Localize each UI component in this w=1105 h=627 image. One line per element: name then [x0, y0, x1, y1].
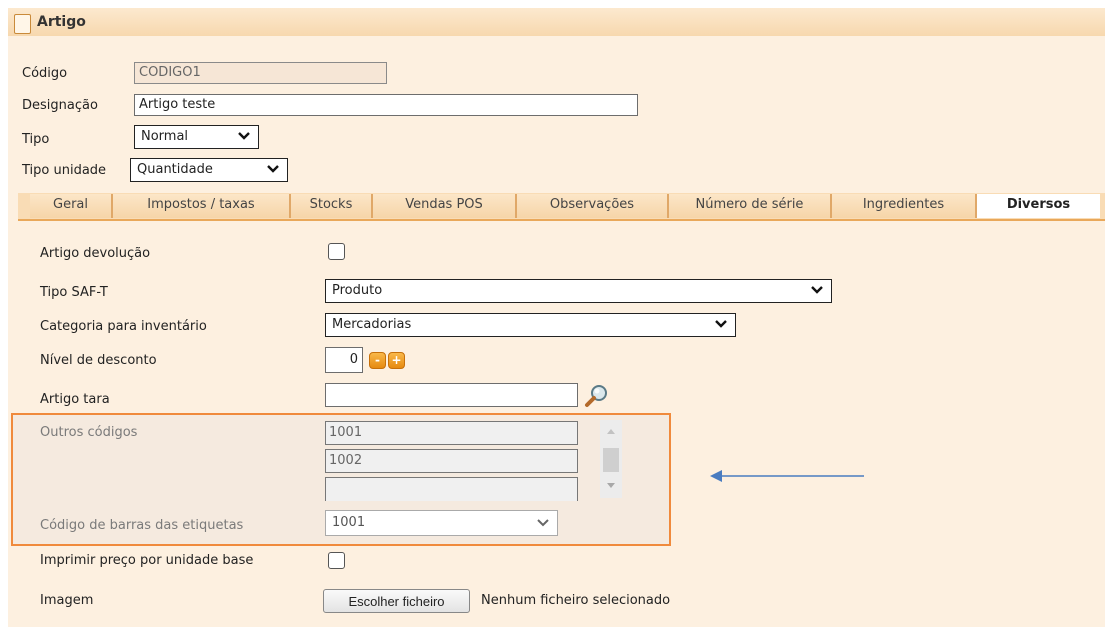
artigo-devolucao-checkbox[interactable]	[328, 243, 345, 260]
categoria-inventario-select[interactable]: Mercadorias	[325, 313, 736, 337]
codigo-barras-select[interactable]: 1001	[325, 510, 558, 536]
nivel-desconto-field[interactable]: 0	[325, 347, 363, 373]
tipo-unidade-select[interactable]: Quantidade	[130, 158, 288, 182]
designacao-field[interactable]: Artigo teste	[134, 94, 638, 116]
chevron-down-icon	[715, 320, 727, 328]
tipo-saft-label: Tipo SAF-T	[40, 285, 108, 300]
categoria-inventario-label: Categoria para inventário	[40, 319, 207, 334]
tab-impostos-taxas[interactable]: Impostos / taxas	[113, 194, 291, 218]
scroll-up-icon[interactable]	[606, 427, 616, 435]
chevron-down-icon	[811, 286, 823, 294]
search-icon[interactable]	[584, 383, 610, 409]
chevron-down-icon	[267, 165, 279, 173]
document-icon	[14, 14, 31, 34]
tipo-select[interactable]: Normal	[134, 125, 259, 149]
imagem-label: Imagem	[40, 593, 94, 608]
title-bar	[8, 8, 1105, 36]
chevron-down-icon	[537, 519, 549, 527]
tipo-unidade-value: Quantidade	[137, 162, 213, 177]
chevron-down-icon	[238, 132, 250, 140]
tab-observacoes[interactable]: Observações	[517, 194, 669, 218]
tab-ingredientes[interactable]: Ingredientes	[832, 194, 977, 218]
tipo-unidade-label: Tipo unidade	[22, 163, 107, 178]
tab-diversos[interactable]: Diversos	[977, 194, 1100, 218]
tab-stocks[interactable]: Stocks	[291, 194, 373, 218]
decrement-button[interactable]: -	[369, 352, 386, 369]
outros-codigos-item-2[interactable]: 1002	[325, 449, 578, 473]
increment-button[interactable]: +	[388, 352, 405, 369]
imprimir-preco-checkbox[interactable]	[328, 552, 345, 569]
outros-codigos-item-1[interactable]: 1001	[325, 421, 578, 445]
artigo-devolucao-label: Artigo devolução	[40, 246, 151, 261]
tipo-label: Tipo	[22, 132, 50, 147]
scroll-down-icon[interactable]	[606, 482, 616, 490]
tab-numero-de-serie[interactable]: Número de série	[669, 194, 832, 218]
scrollbar-thumb[interactable]	[603, 448, 619, 472]
codigo-field[interactable]: CODIGO1	[134, 62, 387, 84]
page-title: Artigo	[37, 14, 86, 30]
arrow-left-icon	[710, 470, 864, 482]
nivel-desconto-label: Nível de desconto	[40, 353, 157, 368]
artigo-tara-label: Artigo tara	[40, 392, 110, 407]
codigo-barras-label: Código de barras das etiquetas	[40, 518, 244, 533]
codigo-barras-value: 1001	[332, 515, 366, 530]
tab-geral[interactable]: Geral	[30, 194, 113, 218]
codigo-label: Código	[22, 66, 68, 81]
choose-file-button[interactable]: Escolher ficheiro	[323, 589, 470, 613]
artigo-tara-field[interactable]	[325, 383, 578, 407]
designacao-label: Designação	[22, 98, 98, 113]
outros-codigos-item-3[interactable]	[325, 477, 578, 501]
imprimir-preco-label: Imprimir preço por unidade base	[40, 553, 254, 568]
tipo-saft-select[interactable]: Produto	[325, 279, 832, 303]
outros-codigos-label: Outros códigos	[40, 425, 138, 440]
file-status-text: Nenhum ficheiro selecionado	[481, 593, 671, 608]
tipo-value: Normal	[141, 129, 189, 144]
categoria-inventario-value: Mercadorias	[332, 317, 412, 332]
tab-vendas-pos[interactable]: Vendas POS	[373, 194, 517, 218]
tipo-saft-value: Produto	[332, 283, 383, 298]
